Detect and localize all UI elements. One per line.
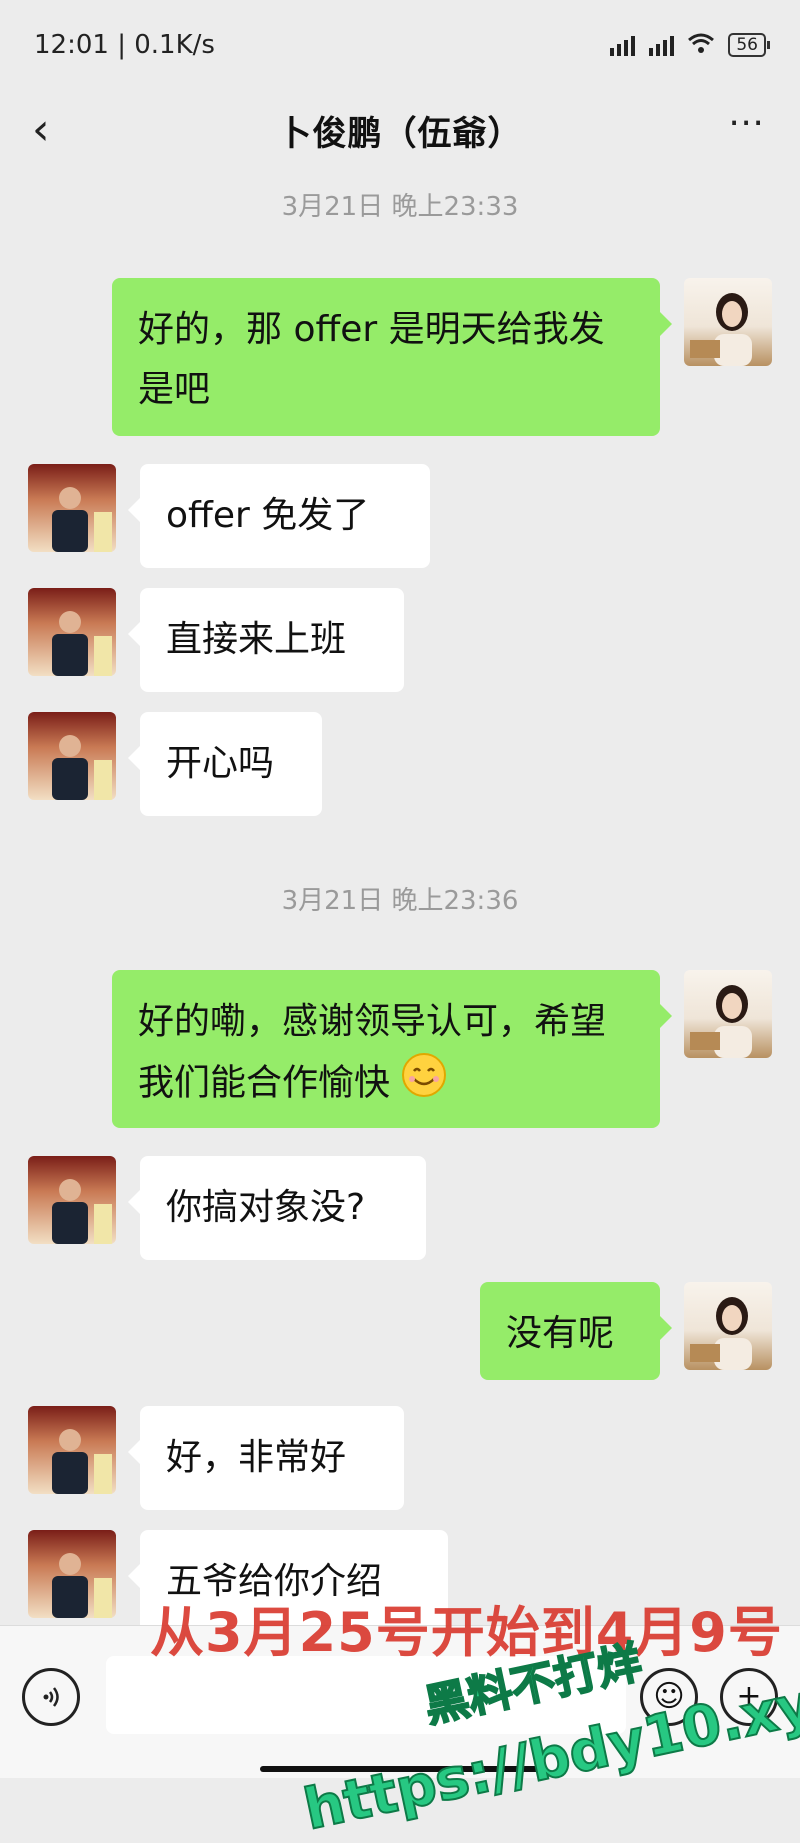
avatar-self[interactable] (684, 1282, 772, 1370)
more-dots-icon[interactable]: ⋯ (728, 102, 766, 143)
avatar-contact[interactable] (28, 712, 116, 800)
message-bubble-incoming[interactable]: 开心吗 (128, 712, 322, 816)
message-bubble-incoming[interactable]: 好，非常好 (128, 1406, 404, 1510)
chat-title: 卜俊鹏（伍爺） (277, 113, 523, 154)
battery-icon: 56 (728, 33, 770, 57)
timestamp: 3月21日 晚上23:36 (281, 886, 519, 916)
avatar-contact[interactable] (28, 588, 116, 676)
back-arrow-icon[interactable]: ‹ (32, 108, 50, 152)
signal-icon (610, 34, 636, 56)
overlay-caption: 从3月25号开始到4月9号 (150, 1601, 783, 1664)
wifi-icon (688, 32, 715, 59)
message-text: 好的嘞，感谢领导认可，希望我们能合作愉快 (138, 1001, 607, 1104)
smile-emoji-icon (401, 1052, 447, 1117)
status-bar: 12:01 | 0.1K/s 56 (0, 0, 800, 90)
message-bubble-incoming[interactable]: offer 免发了 (128, 464, 430, 568)
avatar-contact[interactable] (28, 1156, 116, 1244)
avatar-self[interactable] (684, 970, 772, 1058)
status-time: 12:01 (34, 30, 109, 60)
voice-icon[interactable] (22, 1668, 80, 1726)
message-bubble-incoming[interactable]: 你搞对象没? (128, 1156, 426, 1260)
timestamp: 3月21日 晚上23:33 (281, 192, 519, 222)
avatar-contact[interactable] (28, 464, 116, 552)
status-left: 12:01 | 0.1K/s (34, 30, 215, 60)
message-bubble-outgoing[interactable]: 没有呢 (480, 1282, 672, 1380)
status-icons: 56 (610, 32, 770, 59)
message-bubble-outgoing[interactable]: 好的嘞，感谢领导认可，希望我们能合作愉快 (112, 970, 672, 1128)
signal-icon (649, 34, 675, 56)
avatar-contact[interactable] (28, 1530, 116, 1618)
message-bubble-outgoing[interactable]: 好的，那 offer 是明天给我发是吧 (112, 278, 672, 436)
avatar-self[interactable] (684, 278, 772, 366)
chat-header: ‹ 卜俊鹏（伍爺） ⋯ (0, 90, 800, 170)
avatar-contact[interactable] (28, 1406, 116, 1494)
message-bubble-incoming[interactable]: 直接来上班 (128, 588, 404, 692)
net-speed: 0.1K/s (134, 30, 215, 60)
